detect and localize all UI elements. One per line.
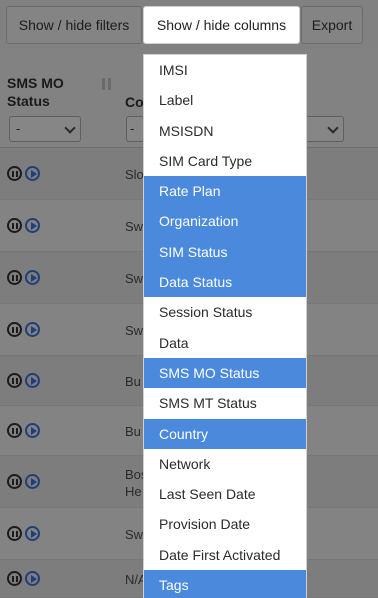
table-cell: Bu — [125, 423, 141, 440]
cell-text: Sw — [125, 323, 144, 338]
column-option-sim-card-type[interactable]: SIM Card Type — [144, 146, 306, 176]
column-option-provision-date[interactable]: Provision Date — [144, 509, 306, 539]
table-cell: Sw — [125, 270, 143, 287]
chevron-down-icon — [327, 122, 339, 134]
column-option-network[interactable]: Network — [144, 449, 306, 479]
row-controls — [7, 270, 41, 286]
pause-icon[interactable] — [7, 474, 22, 489]
table-cell: Sw — [125, 218, 143, 235]
column-option-sms-mt-status[interactable]: SMS MT Status — [144, 388, 306, 418]
cell-text: Sw — [125, 219, 144, 234]
column-option-sim-status[interactable]: SIM Status — [144, 236, 306, 268]
column-option-imsi[interactable]: IMSI — [144, 55, 306, 85]
pause-icon[interactable] — [7, 571, 22, 586]
filter-selected-value: - — [16, 121, 21, 136]
column-option-date-first-activated[interactable]: Date First Activated — [144, 540, 306, 570]
row-controls — [7, 571, 41, 587]
cell-text: Slo — [125, 167, 144, 182]
table-toolbar: Show / hide filters Show / hide columns … — [0, 0, 378, 50]
show-hide-columns-menu: IMSI Label MSISDN SIM Card Type Rate Plan Org… — [143, 54, 307, 598]
country-filter-select[interactable]: - — [126, 116, 144, 142]
cell-text: Bu — [125, 424, 141, 439]
column-option-data-status[interactable]: Data Status — [144, 267, 306, 298]
table-cell: Slo — [125, 166, 144, 183]
table-cell: Sw — [125, 526, 143, 543]
show-hide-filters-button[interactable]: Show / hide filters — [6, 6, 142, 44]
pause-icon[interactable] — [7, 423, 22, 438]
column-header-label: Status — [7, 93, 50, 109]
pause-icon[interactable] — [7, 526, 22, 541]
column-option-country[interactable]: Country — [144, 418, 306, 449]
column-header-country[interactable]: Co — [125, 94, 144, 110]
table-cell: Bu — [125, 373, 141, 390]
pause-icon[interactable] — [7, 270, 22, 285]
row-controls — [7, 526, 41, 542]
column-option-data[interactable]: Data — [144, 328, 306, 358]
sms-mo-status-filter-select[interactable]: - — [9, 116, 81, 142]
column-option-tags[interactable]: Tags — [144, 570, 306, 598]
table-cell: Sw — [125, 322, 143, 339]
column-option-label[interactable]: Label — [144, 85, 306, 115]
row-controls — [7, 218, 41, 234]
column-header-label: SMS MO — [7, 75, 64, 91]
chevron-down-icon — [64, 122, 76, 134]
row-controls — [7, 322, 41, 338]
pause-icon[interactable] — [7, 373, 22, 388]
row-controls — [7, 166, 41, 182]
column-option-organization[interactable]: Organization — [144, 206, 306, 237]
play-icon[interactable] — [25, 423, 40, 438]
play-icon[interactable] — [25, 270, 40, 285]
pause-icon[interactable] — [7, 322, 22, 337]
play-icon[interactable] — [25, 474, 40, 489]
cell-text: Bu — [125, 374, 141, 389]
play-icon[interactable] — [25, 526, 40, 541]
play-icon[interactable] — [25, 166, 40, 181]
export-button[interactable]: Export — [301, 6, 363, 44]
column-option-last-seen-date[interactable]: Last Seen Date — [144, 479, 306, 509]
cell-text: Sw — [125, 527, 144, 542]
column-resize-handle[interactable] — [102, 78, 112, 90]
column-option-sms-mo-status[interactable]: SMS MO Status — [144, 357, 306, 389]
row-controls — [7, 373, 41, 389]
play-icon[interactable] — [25, 218, 40, 233]
play-icon[interactable] — [25, 373, 40, 388]
column-option-rate-plan[interactable]: Rate Plan — [144, 176, 306, 207]
pause-icon[interactable] — [7, 218, 22, 233]
play-icon[interactable] — [25, 571, 40, 586]
column-filter-select[interactable] — [302, 116, 344, 142]
play-icon[interactable] — [25, 322, 40, 337]
show-hide-columns-button[interactable]: Show / hide columns — [143, 6, 300, 44]
pause-icon[interactable] — [7, 166, 22, 181]
row-controls — [7, 474, 41, 490]
column-header-sms-mo-status[interactable]: SMS MO Status — [7, 74, 64, 110]
row-controls — [7, 423, 41, 439]
cell-text: Sw — [125, 271, 144, 286]
column-option-msisdn[interactable]: MSISDN — [144, 116, 306, 146]
column-option-session-status[interactable]: Session Status — [144, 297, 306, 327]
